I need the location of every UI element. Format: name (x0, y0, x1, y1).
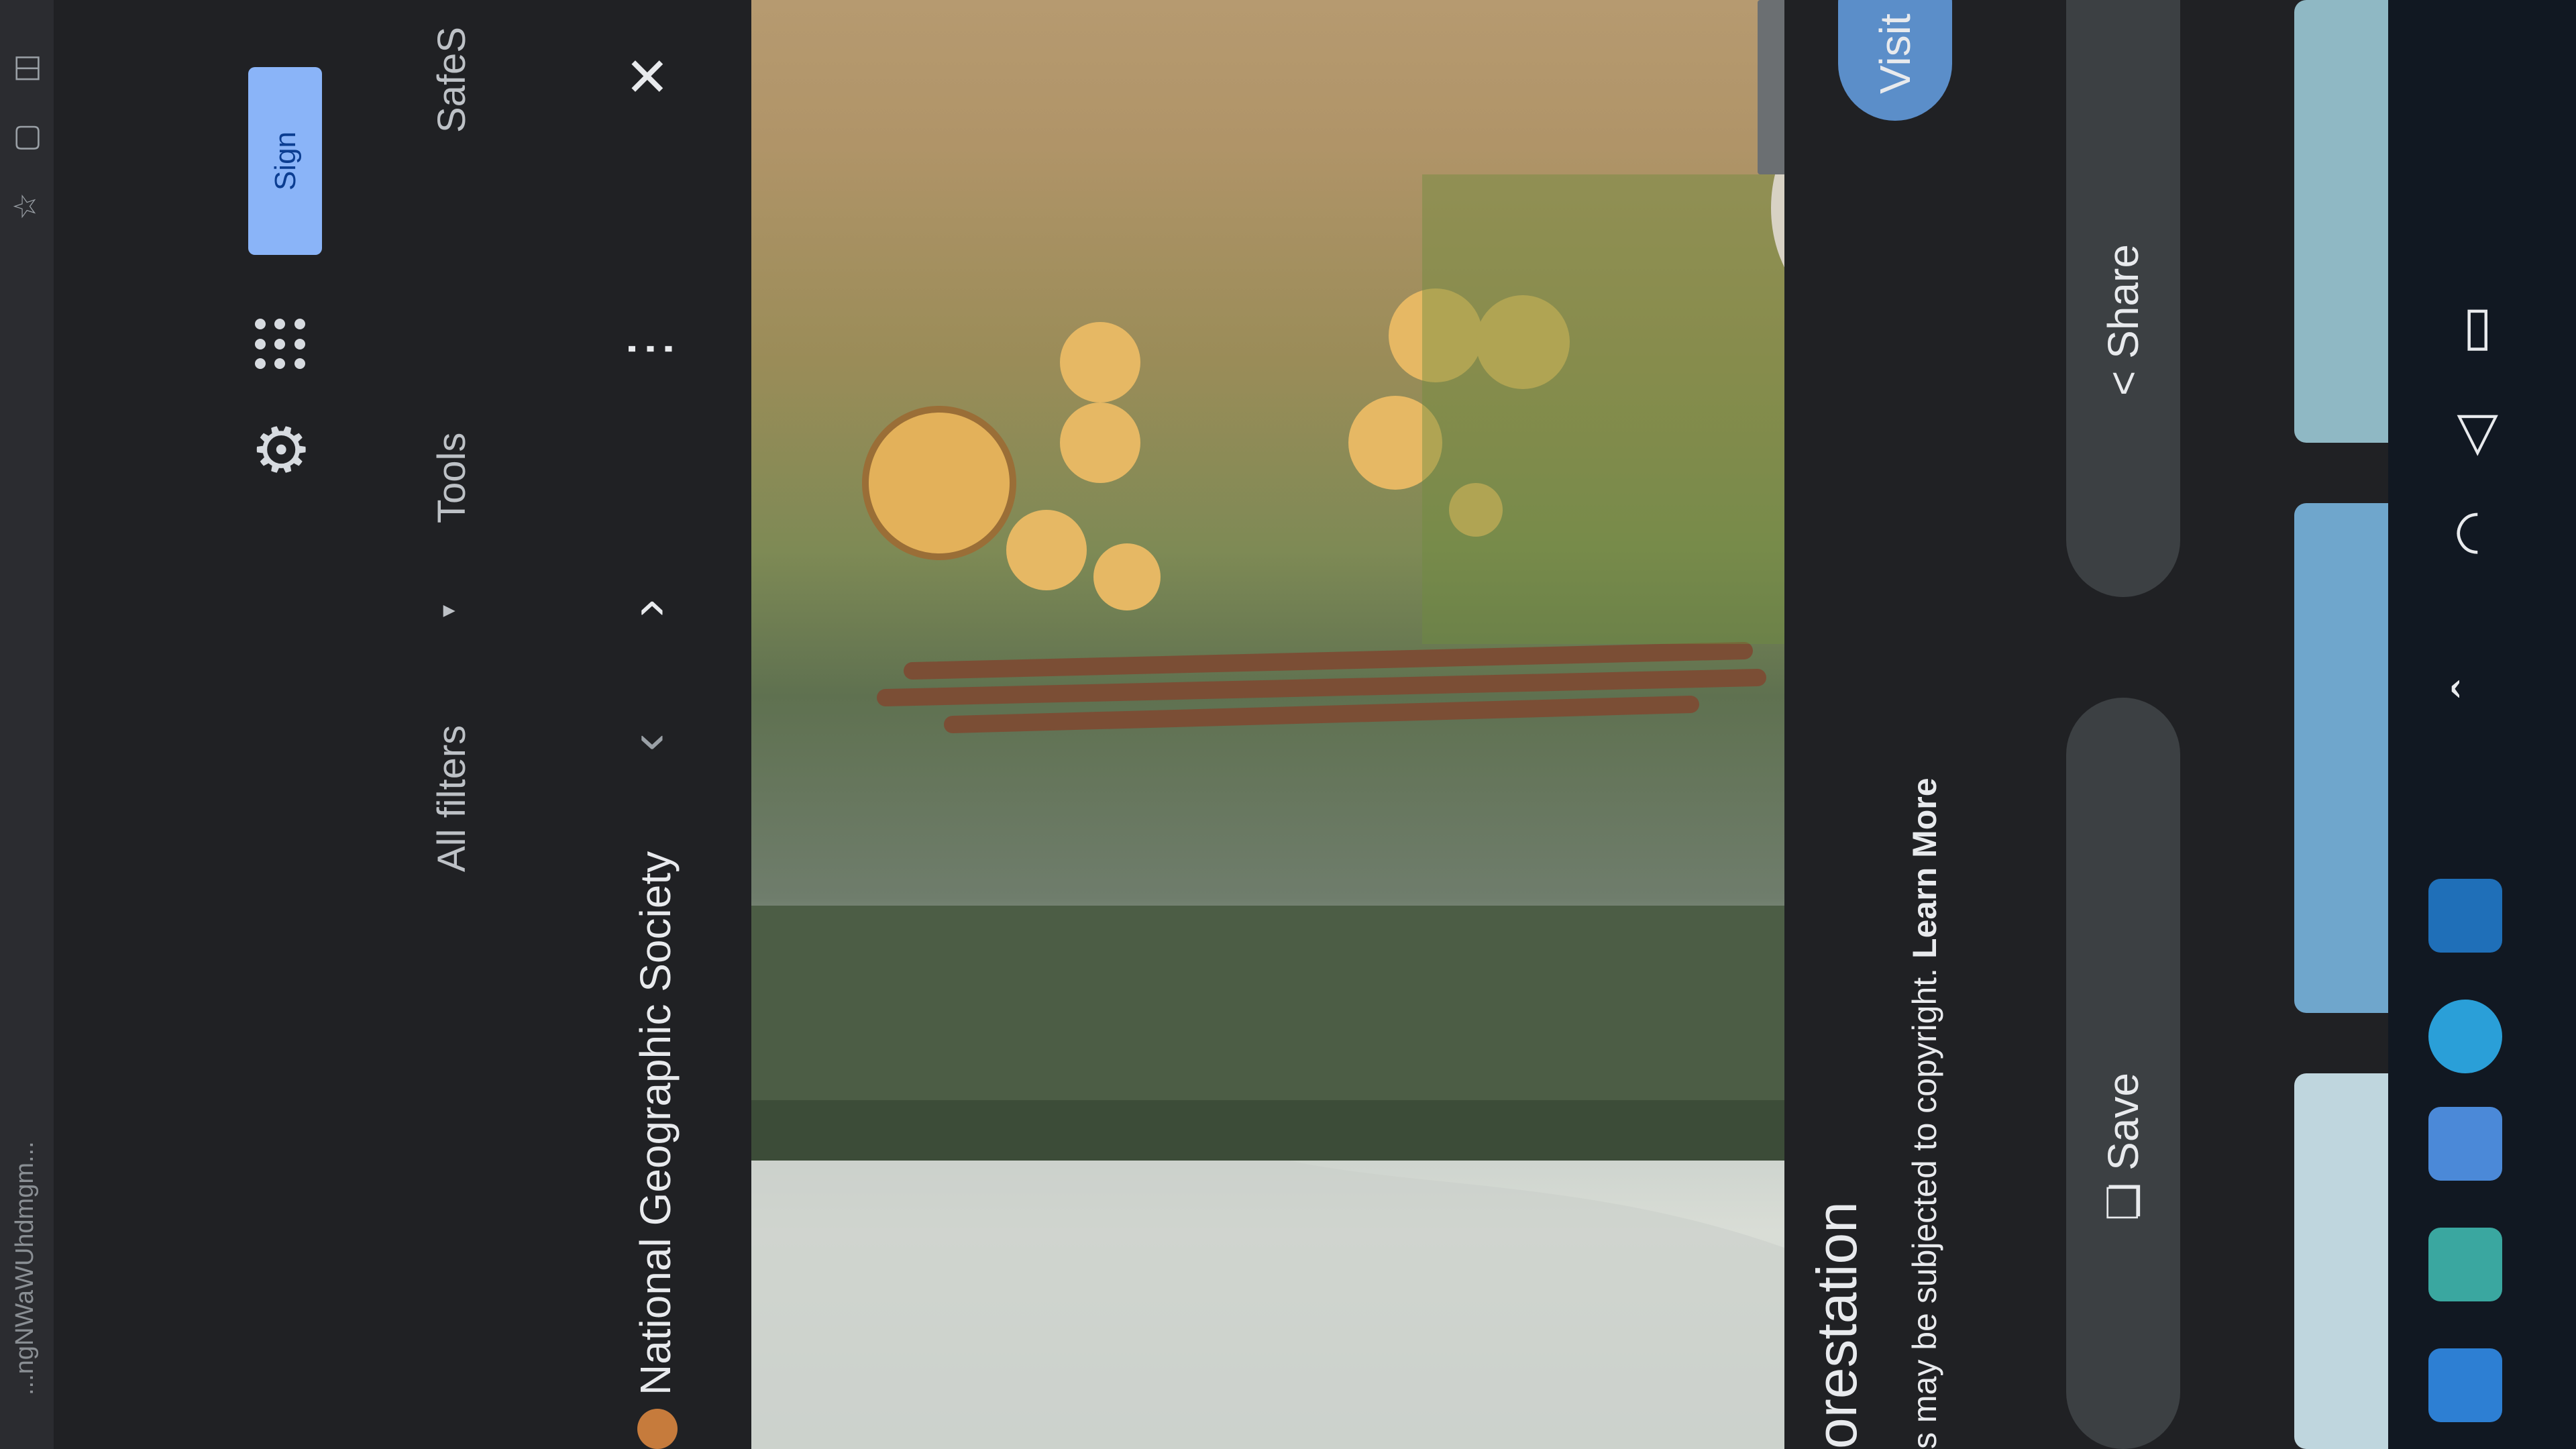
source-name[interactable]: National Geographic Society (631, 851, 680, 1395)
copyright-text: s may be subjected to copyright. (1906, 967, 1943, 1449)
share-icon: < (2099, 358, 2147, 396)
photos-icon[interactable] (2428, 1107, 2502, 1181)
preview-image[interactable] (751, 0, 1784, 1449)
battery-icon[interactable]: ▭ (2442, 305, 2504, 356)
chevron-left-icon[interactable]: ‹ (617, 733, 679, 751)
source-favicon (637, 1409, 678, 1449)
gear-icon[interactable]: ⚙ (245, 416, 319, 483)
filter-bar: All filters ▾ Tools SafeS (429, 0, 510, 1449)
sidebar-icon[interactable]: ◫ (7, 54, 43, 83)
copyright-notice: s may be subjected to copyright. Learn Mo… (1905, 777, 1944, 1449)
screen: ...ngNWaWUhdmgm... ☆ ▢ ◫ ⚙ Sign All filt… (0, 0, 2576, 1449)
forest-tree-line (751, 906, 1784, 1161)
chevron-up-icon[interactable]: ˆ (2442, 680, 2504, 698)
volume-icon[interactable]: ◁ (2442, 415, 2504, 456)
sign-in-button[interactable]: Sign (248, 67, 322, 255)
telegram-icon[interactable] (2428, 1000, 2502, 1073)
wifi-icon[interactable]: ◠ (2442, 510, 2504, 557)
save-button[interactable]: ❏ Save (2066, 698, 2180, 1449)
close-icon[interactable]: ✕ (617, 54, 680, 99)
visit-button[interactable]: Visit > (1838, 0, 1952, 121)
browser-toolbar: ...ngNWaWUhdmgm... ☆ ▢ ◫ (0, 0, 54, 1449)
app-icon[interactable] (2428, 879, 2502, 953)
save-label: Save (2099, 1072, 2147, 1171)
preview-header: National Geographic Society ‹ › ⋮ ✕ (590, 0, 751, 1449)
bookmark-icon: ❏ (2099, 1170, 2147, 1221)
learn-more-link[interactable]: Learn More (1906, 777, 1943, 959)
share-label: Share (2099, 244, 2147, 359)
star-icon[interactable]: ☆ (7, 193, 43, 220)
image-title[interactable]: orestation (1805, 1201, 1870, 1449)
search-header: ⚙ Sign (54, 0, 443, 1449)
apps-grid-icon[interactable] (255, 315, 309, 369)
tools-button[interactable]: Tools (429, 433, 474, 523)
tab-icon[interactable]: ▢ (7, 123, 43, 152)
address-bar[interactable]: ...ngNWaWUhdmgm... (11, 792, 43, 1395)
felled-poles (877, 642, 1766, 733)
more-vert-icon[interactable]: ⋮ (617, 322, 680, 376)
share-button[interactable]: < Share (2066, 0, 2180, 597)
vscode-icon[interactable] (2428, 1348, 2502, 1422)
all-filters-button[interactable]: All filters (429, 725, 474, 872)
chevron-right-icon[interactable]: › (617, 599, 679, 617)
preview-info: orestation s may be subjected to copyrig… (1784, 0, 2254, 1449)
safesearch-button[interactable]: SafeS (429, 27, 474, 133)
browser-actions: ☆ ▢ ◫ (7, 54, 43, 220)
notes-icon[interactable] (2428, 1228, 2502, 1301)
os-taskbar: ˆ ◠ ◁ ▭ (2388, 0, 2576, 1449)
deforestation-photo (751, 101, 1784, 1449)
caret-down-icon[interactable]: ▾ (433, 605, 462, 617)
